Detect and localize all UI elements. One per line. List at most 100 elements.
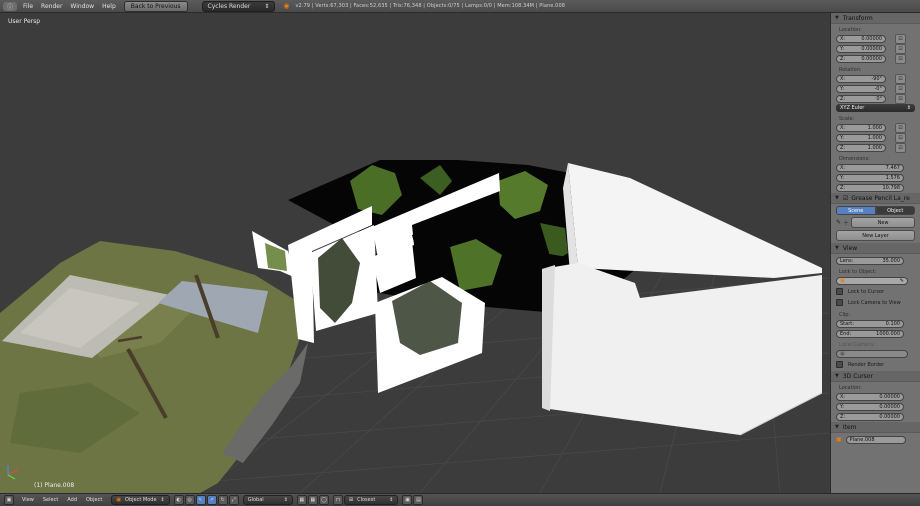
opengl-render-icon[interactable]: ▤	[413, 495, 424, 505]
lock-icon[interactable]: ⊡	[895, 43, 906, 54]
snap-toggle-icon[interactable]: ⊓	[332, 495, 343, 505]
transform-panel-header[interactable]: ▼ Transform	[831, 13, 920, 24]
3d-viewport[interactable]: User Persp (1) Plane.008	[0, 13, 829, 493]
expand-triangle-icon: ▼	[835, 373, 839, 379]
lock-icon[interactable]: ⊡	[895, 83, 906, 94]
scale-manipulator-icon[interactable]: ⤢	[228, 495, 239, 505]
lock-icon[interactable]: ⊡	[895, 142, 906, 153]
editor-type-icon[interactable]: ▣	[4, 495, 14, 505]
item-panel-header[interactable]: ▼ Item	[831, 422, 920, 433]
cursor-title: 3D Cursor	[842, 372, 873, 380]
clip-start-field[interactable]: Start: 0.100	[836, 319, 904, 328]
transform-orientation-select[interactable]: Global ⇕	[242, 495, 293, 505]
back-to-previous-button[interactable]: Back to Previous	[123, 0, 188, 12]
render-border-checkbox[interactable]: Render Border	[836, 360, 915, 369]
lock-object-field[interactable]: ▣ ✎	[836, 276, 908, 285]
cube-icon: ▣	[840, 277, 845, 284]
manipulator-toggle-icon[interactable]: ↖	[195, 495, 206, 505]
tab-object[interactable]: Object	[875, 206, 915, 215]
view-perspective-label: User Persp	[8, 18, 41, 25]
cube-icon: ▣	[836, 436, 842, 443]
menu-help[interactable]: Help	[102, 3, 116, 10]
checkbox-label: Lock to Cursor	[848, 288, 885, 295]
proportional-edit-icon[interactable]: ◯	[318, 495, 329, 505]
translate-manipulator-icon[interactable]: ↗	[206, 495, 217, 505]
axis-label: X:	[840, 35, 846, 42]
scale-z-field[interactable]: Z: 1.000	[836, 143, 886, 152]
dimensions-z-field[interactable]: Z: 10.798	[836, 183, 904, 192]
rotation-mode-select[interactable]: XYZ Euler ⇕	[836, 104, 915, 112]
render-engine-select[interactable]: Cycles Render ⇕	[201, 0, 276, 12]
local-camera-field[interactable]: ▣	[836, 349, 908, 358]
3d-cursor-panel-header[interactable]: ▼ 3D Cursor	[831, 371, 920, 382]
new-grease-pencil-button[interactable]: New	[851, 217, 915, 228]
menu-render[interactable]: Render	[41, 3, 62, 10]
tab-scene[interactable]: Scene	[836, 206, 876, 215]
axis-label: Z:	[840, 184, 846, 191]
new-layer-button[interactable]: New Layer	[836, 230, 915, 241]
menu-file[interactable]: File	[23, 3, 33, 10]
object-name-field[interactable]: Plane.008	[845, 435, 906, 444]
layer-grid-icon[interactable]: ▦	[307, 495, 318, 505]
dimensions-label: Dimensions:	[839, 156, 870, 162]
field-value: -90°	[871, 75, 882, 82]
snap-element-icon: ⊞	[348, 497, 354, 503]
checkbox-label: Render Border	[848, 361, 885, 368]
menu-add[interactable]: Add	[67, 497, 77, 503]
dimensions-x-field[interactable]: X: 7.467	[836, 163, 904, 172]
pencil-icon[interactable]: ✎	[836, 219, 841, 226]
snap-target-select[interactable]: ⊞ Closest ⇕	[343, 495, 399, 505]
axis-label: X:	[840, 164, 846, 171]
orientation-label: Global	[247, 497, 264, 503]
rotation-z-field[interactable]: Z: 0°	[836, 94, 886, 103]
menu-object[interactable]: Object	[86, 497, 102, 503]
rotate-manipulator-icon[interactable]: ↻	[217, 495, 228, 505]
location-z-field[interactable]: Z: 0.00000	[836, 54, 886, 63]
field-value: -0°	[874, 85, 883, 92]
cursor-x-field[interactable]: X: 0.00000	[836, 392, 904, 401]
cursor-y-field[interactable]: Y: 0.00000	[836, 402, 904, 411]
viewport-shading-icon[interactable]: ◐	[173, 495, 184, 505]
cube-front	[542, 263, 822, 435]
menu-window[interactable]: Window	[70, 3, 94, 10]
grease-pencil-checkbox-icon[interactable]: ☑	[843, 195, 848, 202]
lock-icon[interactable]: ⊡	[895, 73, 906, 84]
clip-end-field[interactable]: End: 1000.000	[836, 329, 904, 338]
scale-x-field[interactable]: X: 1.000	[836, 123, 886, 132]
dimensions-y-field[interactable]: Y: 1.576	[836, 173, 904, 182]
add-icon[interactable]: ＋	[843, 218, 849, 227]
interaction-mode-select[interactable]: ▣ Object Mode ⇕	[111, 495, 170, 505]
location-y-field[interactable]: Y: 0.00000	[836, 44, 886, 53]
lock-icon[interactable]: ⊡	[895, 33, 906, 44]
clip-start-label: Start:	[840, 320, 854, 327]
scale-y-field[interactable]: Y: 1.000	[836, 133, 886, 142]
grease-pencil-panel-header[interactable]: ▼ ☑ Grease Pencil La_re	[831, 193, 920, 204]
pivot-point-icon[interactable]: ◎	[184, 495, 195, 505]
mode-label: Object Mode	[125, 497, 157, 503]
lock-icon[interactable]: ⊡	[895, 132, 906, 143]
editor-type-icon[interactable]: ⓘ	[3, 1, 17, 11]
field-value: 1.000	[867, 124, 882, 131]
lock-icon[interactable]: ⊡	[895, 53, 906, 64]
cursor-z-field[interactable]: Z: 0.00000	[836, 412, 904, 421]
snap-target-label: Closest	[357, 497, 376, 503]
lens-field[interactable]: Lens: 35.000	[836, 256, 904, 265]
location-x-field[interactable]: X: 0.00000	[836, 34, 886, 43]
render-icon[interactable]: ▣	[402, 495, 413, 505]
lock-icon[interactable]: ⊡	[895, 93, 906, 104]
rotation-x-field[interactable]: X: -90°	[836, 74, 886, 83]
lock-to-cursor-checkbox[interactable]: Lock to Cursor	[836, 287, 915, 296]
lock-icon[interactable]: ⊡	[895, 122, 906, 133]
rotation-mode-label: XYZ Euler	[840, 105, 865, 111]
menu-select[interactable]: Select	[43, 497, 58, 503]
layer-grid-icon[interactable]: ▦	[296, 495, 307, 505]
updown-arrows-icon: ⇕	[264, 2, 270, 10]
rotation-y-field[interactable]: Y: -0°	[836, 84, 886, 93]
axis-label: X:	[840, 75, 846, 82]
menu-view[interactable]: View	[22, 497, 34, 503]
expand-triangle-icon: ▼	[835, 195, 839, 201]
field-value: 1.000	[867, 144, 882, 151]
lock-camera-to-view-checkbox[interactable]: Lock Camera to View	[836, 298, 915, 307]
view-panel-header[interactable]: ▼ View	[831, 243, 920, 254]
field-value: 1000.000	[876, 330, 900, 337]
